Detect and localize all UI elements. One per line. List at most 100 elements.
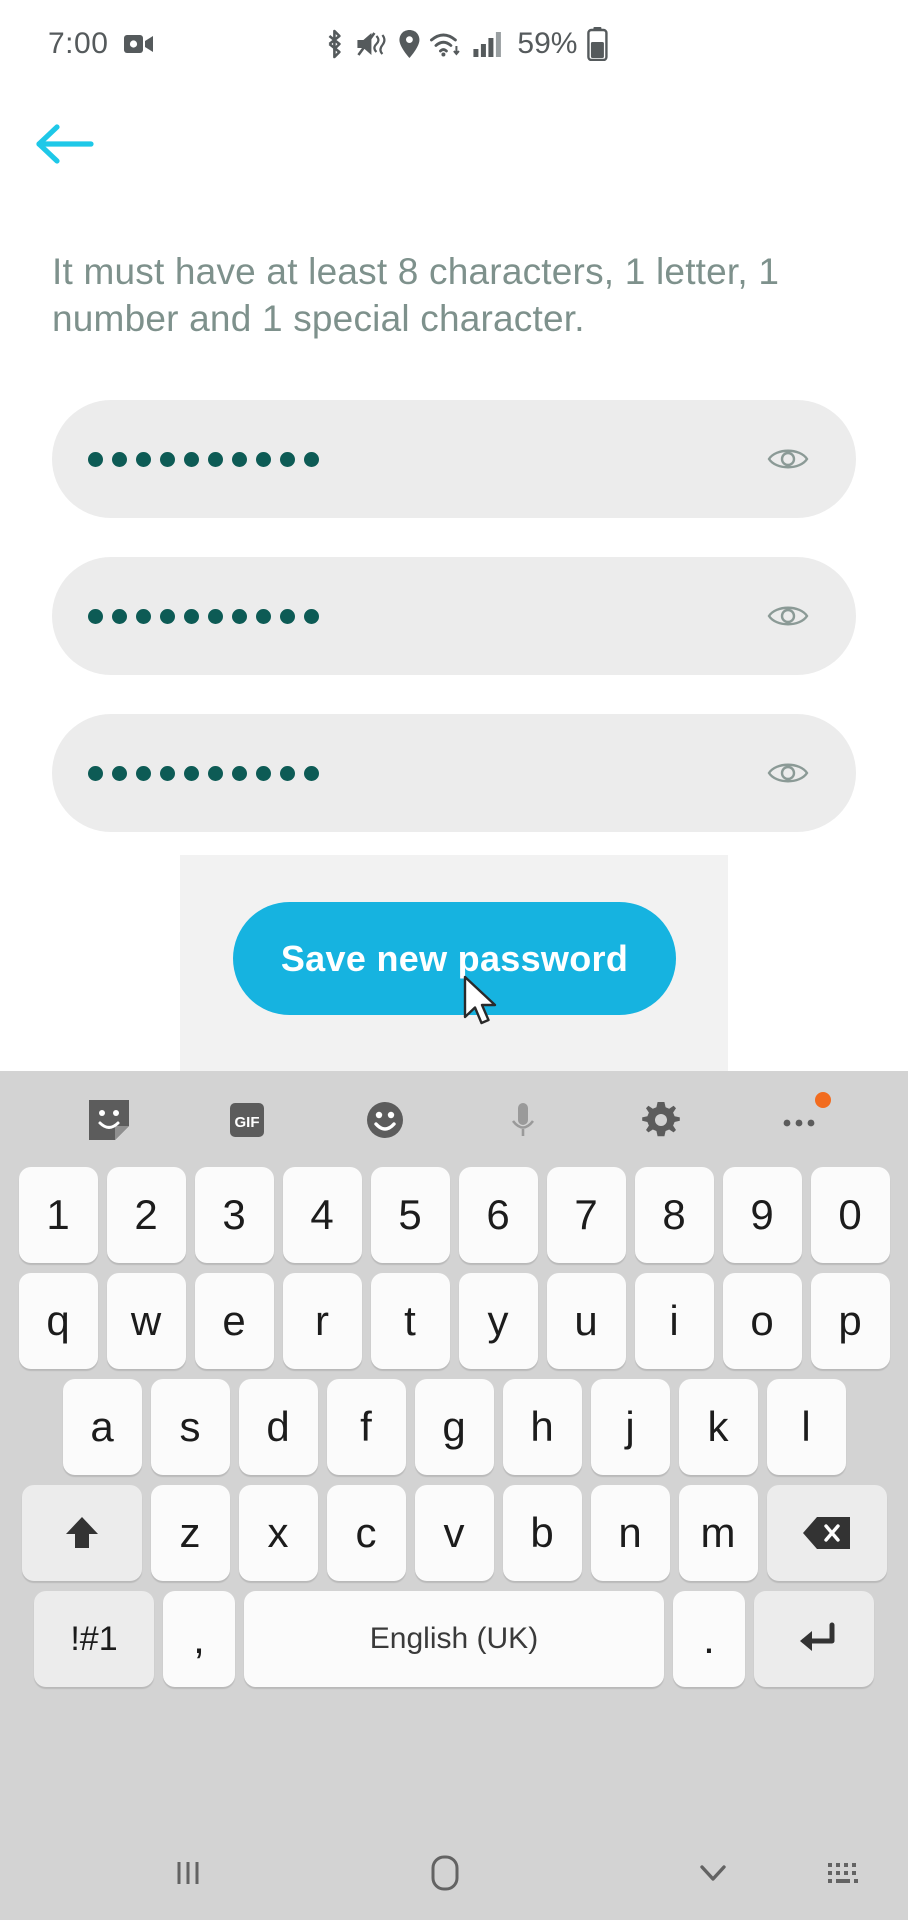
notification-badge — [815, 1092, 831, 1108]
mask-dot — [280, 608, 295, 624]
mask-dot — [112, 765, 127, 781]
password-mask-dots — [88, 765, 319, 781]
key-c[interactable]: c — [326, 1485, 406, 1581]
mask-dot — [136, 608, 151, 624]
password-requirements-text: It must have at least 8 characters, 1 le… — [52, 251, 780, 340]
back-arrow-icon[interactable] — [30, 108, 102, 180]
key-t[interactable]: t — [370, 1273, 450, 1369]
mask-dot — [88, 765, 103, 781]
password-mask-dots — [88, 451, 319, 467]
confirm-password-field[interactable] — [52, 714, 856, 832]
emoji-icon[interactable] — [349, 1084, 421, 1156]
cellular-signal-icon — [472, 30, 502, 58]
key-b[interactable]: b — [502, 1485, 582, 1581]
screen-record-icon — [124, 33, 154, 55]
vibrate-mute-icon — [355, 29, 389, 59]
key-e[interactable]: e — [194, 1273, 274, 1369]
key-n[interactable]: n — [590, 1485, 670, 1581]
key-p[interactable]: p — [810, 1273, 890, 1369]
key-4[interactable]: 4 — [282, 1167, 362, 1263]
key-k[interactable]: k — [678, 1379, 758, 1475]
mask-dot — [280, 451, 295, 467]
gif-icon[interactable]: GIF — [211, 1084, 283, 1156]
key-8[interactable]: 8 — [634, 1167, 714, 1263]
key-j[interactable]: j — [590, 1379, 670, 1475]
key-m[interactable]: m — [678, 1485, 758, 1581]
key-9[interactable]: 9 — [722, 1167, 802, 1263]
eye-icon[interactable] — [758, 586, 818, 646]
recents-icon[interactable] — [165, 1850, 211, 1896]
current-password-field[interactable] — [52, 400, 856, 518]
save-new-password-button[interactable]: Save new password — [233, 902, 676, 1015]
mask-dot — [208, 608, 223, 624]
mask-dot — [160, 608, 175, 624]
mask-dot — [88, 608, 103, 624]
backspace-icon[interactable] — [766, 1485, 887, 1581]
new-password-field[interactable] — [52, 557, 856, 675]
key-o[interactable]: o — [722, 1273, 802, 1369]
key-v[interactable]: v — [414, 1485, 494, 1581]
key-i[interactable]: i — [634, 1273, 714, 1369]
key-3[interactable]: 3 — [194, 1167, 274, 1263]
key-0[interactable]: 0 — [810, 1167, 890, 1263]
key-period[interactable]: . — [673, 1591, 745, 1687]
bluetooth-icon — [322, 28, 346, 60]
symbols-key[interactable]: !#1 — [34, 1591, 154, 1687]
keyboard-row-z: z x c v b n m — [0, 1485, 908, 1581]
keyboard-rows: 1 2 3 4 5 6 7 8 9 0 q w e r t y u i o p … — [0, 1167, 908, 1697]
microphone-icon[interactable] — [487, 1084, 559, 1156]
mask-dot — [256, 608, 271, 624]
key-d[interactable]: d — [238, 1379, 318, 1475]
key-q[interactable]: q — [18, 1273, 98, 1369]
enter-return-icon[interactable] — [754, 1591, 874, 1687]
key-y[interactable]: y — [458, 1273, 538, 1369]
mask-dot — [208, 451, 223, 467]
keyboard-switch-icon[interactable] — [820, 1853, 868, 1893]
mask-dot — [232, 608, 247, 624]
eye-icon[interactable] — [758, 743, 818, 803]
settings-gear-icon[interactable] — [625, 1084, 697, 1156]
mask-dot — [304, 608, 319, 624]
mask-dot — [112, 451, 127, 467]
mask-dot — [256, 765, 271, 781]
space-key[interactable]: English (UK) — [244, 1591, 664, 1687]
key-a[interactable]: a — [62, 1379, 142, 1475]
key-g[interactable]: g — [414, 1379, 494, 1475]
key-2[interactable]: 2 — [106, 1167, 186, 1263]
keyboard-row-numbers: 1 2 3 4 5 6 7 8 9 0 — [0, 1167, 908, 1263]
key-s[interactable]: s — [150, 1379, 230, 1475]
home-icon[interactable] — [422, 1849, 468, 1897]
key-6[interactable]: 6 — [458, 1167, 538, 1263]
key-r[interactable]: r — [282, 1273, 362, 1369]
key-w[interactable]: w — [106, 1273, 186, 1369]
shift-arrow-icon[interactable] — [21, 1485, 142, 1581]
key-1[interactable]: 1 — [18, 1167, 98, 1263]
mask-dot — [280, 765, 295, 781]
key-l[interactable]: l — [766, 1379, 846, 1475]
key-h[interactable]: h — [502, 1379, 582, 1475]
mask-dot — [184, 608, 199, 624]
status-bar-icons: 59% — [322, 27, 608, 61]
mask-dot — [112, 608, 127, 624]
mask-dot — [304, 451, 319, 467]
key-u[interactable]: u — [546, 1273, 626, 1369]
key-z[interactable]: z — [150, 1485, 230, 1581]
mouse-cursor — [462, 975, 502, 1031]
eye-icon[interactable] — [758, 429, 818, 489]
key-7[interactable]: 7 — [546, 1167, 626, 1263]
mask-dot — [136, 451, 151, 467]
keyboard-row-a: a s d f g h j k l — [0, 1379, 908, 1475]
hide-keyboard-chevron-icon[interactable] — [690, 1853, 736, 1893]
key-5[interactable]: 5 — [370, 1167, 450, 1263]
more-options-icon[interactable] — [763, 1084, 835, 1156]
sticker-icon[interactable] — [73, 1084, 145, 1156]
key-f[interactable]: f — [326, 1379, 406, 1475]
password-mask-dots — [88, 608, 319, 624]
mask-dot — [232, 451, 247, 467]
key-x[interactable]: x — [238, 1485, 318, 1581]
key-comma[interactable]: , — [163, 1591, 235, 1687]
mask-dot — [136, 765, 151, 781]
on-screen-keyboard: GIF 1 2 3 4 5 6 7 8 9 0 q w e r t y u i … — [0, 1071, 908, 1826]
top-app-bar — [0, 88, 908, 198]
keyboard-row-q: q w e r t y u i o p — [0, 1273, 908, 1369]
